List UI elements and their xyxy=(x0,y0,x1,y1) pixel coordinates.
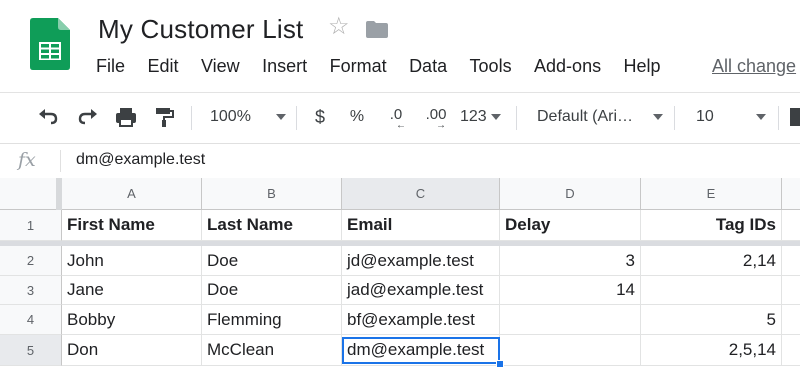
column-header-d[interactable]: D xyxy=(500,178,641,210)
arrow-left-icon: ← xyxy=(396,119,406,131)
cell-a5[interactable]: Don xyxy=(62,335,202,366)
toolbar-divider xyxy=(191,106,192,130)
cell-e3[interactable] xyxy=(641,276,782,305)
column-header-a[interactable]: A xyxy=(62,178,202,210)
chevron-down-icon xyxy=(490,114,501,120)
font-size-value: 10 xyxy=(696,108,714,125)
cell-b1[interactable]: Last Name xyxy=(202,210,342,241)
number-format-select[interactable]: 123 xyxy=(460,105,506,129)
cell-b3[interactable]: Doe xyxy=(202,276,342,305)
font-family-select[interactable]: Default (Ari… xyxy=(537,105,663,129)
chevron-down-icon xyxy=(756,114,766,120)
print-icon[interactable] xyxy=(114,105,138,129)
paint-format-icon[interactable] xyxy=(152,105,176,129)
cell-b2[interactable]: Doe xyxy=(202,246,342,276)
row-header-1[interactable]: 1 xyxy=(0,210,62,241)
bold-button[interactable] xyxy=(790,105,800,129)
cell-e4[interactable]: 5 xyxy=(641,305,782,335)
number-format-label: 123 xyxy=(460,108,487,125)
select-all-corner[interactable] xyxy=(0,178,62,210)
cell-f1[interactable] xyxy=(782,210,800,241)
formula-bar: fx dm@example.test xyxy=(0,143,800,179)
row-header-3[interactable]: 3 xyxy=(0,276,62,305)
folder-icon[interactable] xyxy=(366,21,388,38)
function-icon: fx xyxy=(18,149,36,171)
arrow-right-icon: → xyxy=(436,119,446,131)
cell-a4[interactable]: Bobby xyxy=(62,305,202,335)
menu-help[interactable]: Help xyxy=(624,56,661,77)
cell-a2[interactable]: John xyxy=(62,246,202,276)
row-header-2[interactable]: 2 xyxy=(0,246,62,276)
toolbar: 100% $ % .0 ← .00 → 123 Default (Ari… 10 xyxy=(0,92,800,143)
currency-format-button[interactable]: $ xyxy=(312,105,328,129)
menu-data[interactable]: Data xyxy=(409,56,447,77)
cell-a1[interactable]: First Name xyxy=(62,210,202,241)
menu-tools[interactable]: Tools xyxy=(470,56,512,77)
bold-icon xyxy=(790,108,800,126)
menu-format[interactable]: Format xyxy=(330,56,387,77)
column-header-e[interactable]: E xyxy=(641,178,782,210)
zoom-value: 100% xyxy=(210,108,251,125)
cell-b4[interactable]: Flemming xyxy=(202,305,342,335)
cell-c1[interactable]: Email xyxy=(342,210,500,241)
star-icon[interactable]: ☆ xyxy=(328,15,350,39)
column-header-f[interactable] xyxy=(782,178,800,210)
decrease-decimal-button[interactable]: .0 ← xyxy=(384,105,408,131)
cell-b5[interactable]: McClean xyxy=(202,335,342,366)
cell-f2[interactable] xyxy=(782,246,800,276)
sheets-logo-icon[interactable] xyxy=(30,18,70,70)
menu-addons[interactable]: Add-ons xyxy=(534,56,601,77)
toolbar-divider xyxy=(516,106,517,130)
percent-format-button[interactable]: % xyxy=(348,105,366,129)
formula-input[interactable]: dm@example.test xyxy=(76,151,205,169)
formula-divider xyxy=(60,150,61,172)
cell-d3[interactable]: 14 xyxy=(500,276,641,305)
font-family-value: Default (Ari… xyxy=(537,108,634,125)
cell-c2[interactable]: jd@example.test xyxy=(342,246,500,276)
cell-f5[interactable] xyxy=(782,335,800,366)
cell-d2[interactable]: 3 xyxy=(500,246,641,276)
cell-c5[interactable]: dm@example.test xyxy=(342,335,500,366)
redo-icon[interactable] xyxy=(76,105,100,129)
chevron-down-icon xyxy=(276,114,286,120)
row-header-5[interactable]: 5 xyxy=(0,335,62,366)
zoom-select[interactable]: 100% xyxy=(210,105,286,129)
all-changes-link[interactable]: All change xyxy=(712,56,796,77)
spreadsheet-grid: A B C D E 1 First Name Last Name Email D… xyxy=(0,178,800,372)
cell-d5[interactable] xyxy=(500,335,641,366)
menu-edit[interactable]: Edit xyxy=(147,56,178,77)
row-header-4[interactable]: 4 xyxy=(0,305,62,335)
cell-d4[interactable] xyxy=(500,305,641,335)
cell-e2[interactable]: 2,14 xyxy=(641,246,782,276)
fill-handle[interactable] xyxy=(496,360,504,368)
increase-decimal-button[interactable]: .00 → xyxy=(422,105,450,131)
toolbar-divider xyxy=(674,106,675,130)
menu-bar: File Edit View Insert Format Data Tools … xyxy=(96,56,679,80)
cell-f4[interactable] xyxy=(782,305,800,335)
document-title[interactable]: My Customer List xyxy=(98,14,303,45)
cell-c3[interactable]: jad@example.test xyxy=(342,276,500,305)
menu-file[interactable]: File xyxy=(96,56,125,77)
cell-e5[interactable]: 2,5,14 xyxy=(641,335,782,366)
toolbar-divider xyxy=(778,106,779,130)
cell-d1[interactable]: Delay xyxy=(500,210,641,241)
menu-view[interactable]: View xyxy=(201,56,240,77)
cell-e1[interactable]: Tag IDs xyxy=(641,210,782,241)
column-header-b[interactable]: B xyxy=(202,178,342,210)
cell-f3[interactable] xyxy=(782,276,800,305)
undo-icon[interactable] xyxy=(36,105,60,129)
column-header-c[interactable]: C xyxy=(342,178,500,210)
chevron-down-icon xyxy=(653,114,663,120)
menu-insert[interactable]: Insert xyxy=(262,56,307,77)
font-size-select[interactable]: 10 xyxy=(696,105,766,129)
cell-a3[interactable]: Jane xyxy=(62,276,202,305)
cell-c4[interactable]: bf@example.test xyxy=(342,305,500,335)
toolbar-divider xyxy=(296,106,297,130)
